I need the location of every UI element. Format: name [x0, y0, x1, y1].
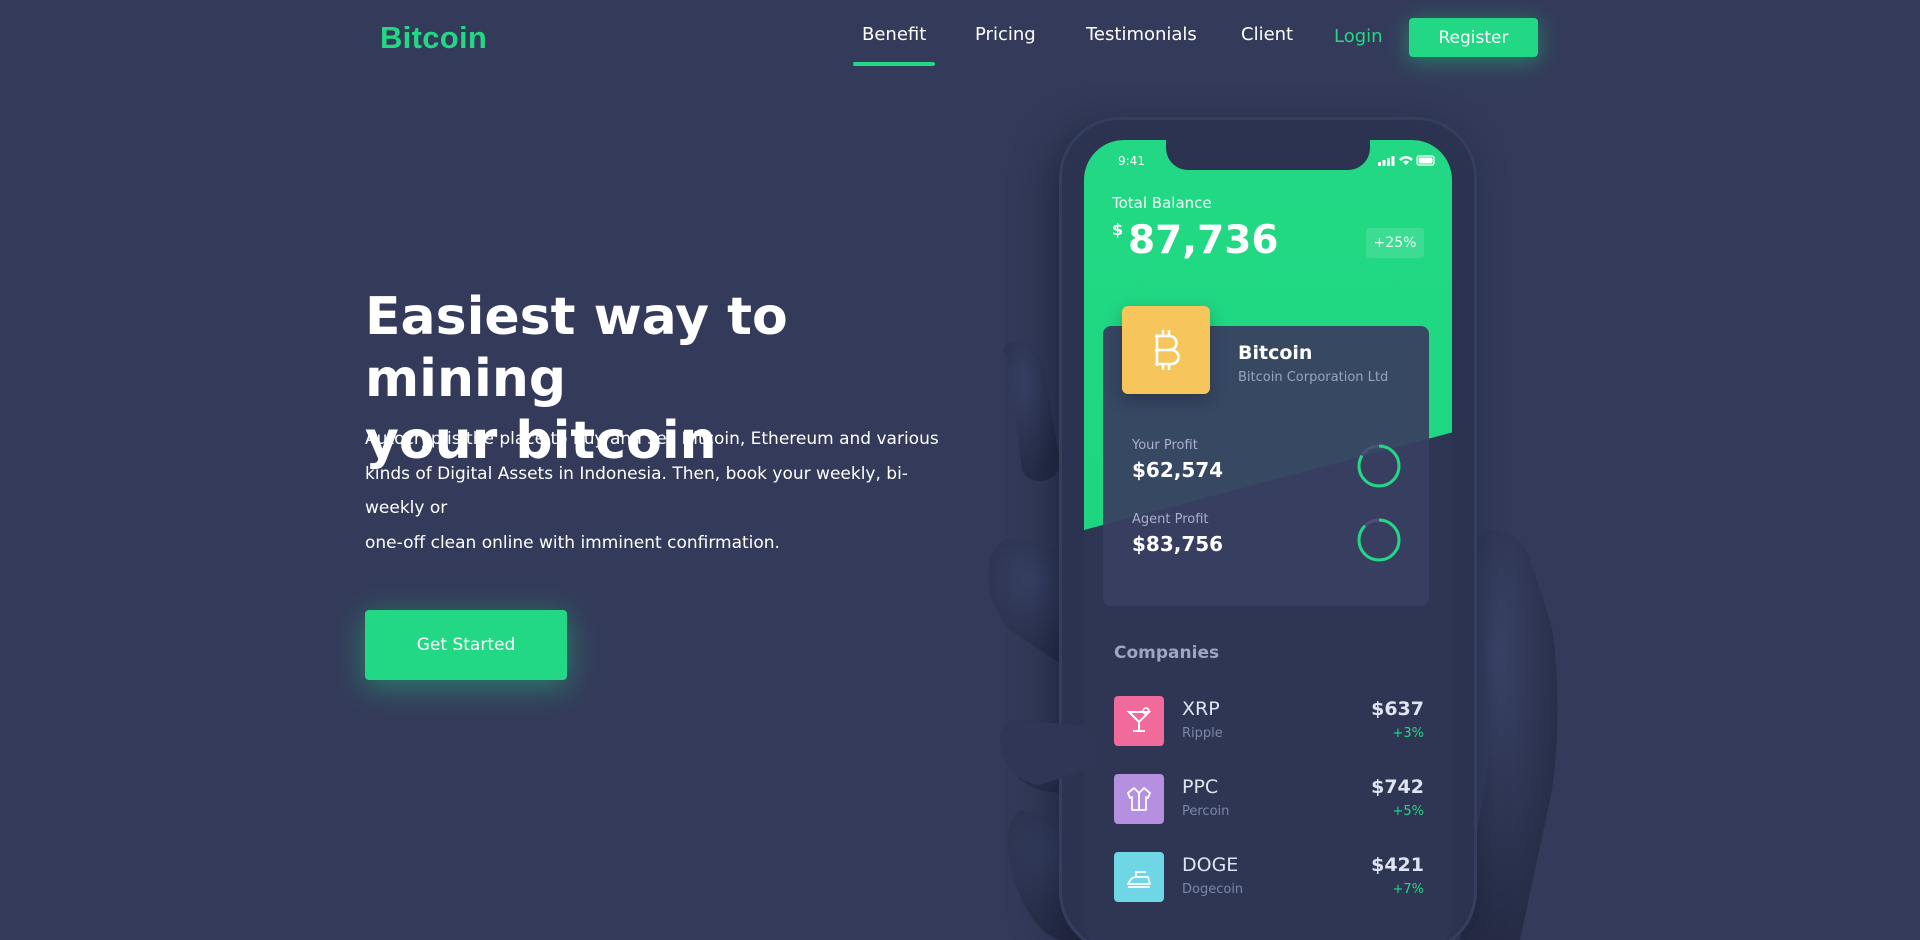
nav-link-client[interactable]: Client	[1241, 24, 1293, 45]
top-navigation: Bitcoin Benefit Pricing Testimonials Cli…	[0, 0, 1920, 70]
jacket-icon	[1114, 774, 1164, 824]
hand-thumb-illustration	[1000, 720, 1098, 785]
cocktail-icon	[1114, 696, 1164, 746]
register-button[interactable]: Register	[1409, 18, 1538, 57]
agent-profit-value: $83,756	[1132, 532, 1224, 556]
hero-description-line-1: Autocryp is the place to buy and sell Bi…	[365, 429, 939, 449]
company-row-ppc[interactable]: PPC Percoin $742 +5%	[1114, 774, 1424, 834]
company-name: Percoin	[1182, 804, 1230, 819]
company-price: $742	[1371, 776, 1424, 798]
company-price: $637	[1371, 698, 1424, 720]
company-change: +7%	[1392, 882, 1424, 897]
nav-link-pricing[interactable]: Pricing	[975, 24, 1036, 45]
status-icons	[1378, 155, 1435, 166]
company-symbol: PPC	[1182, 776, 1219, 798]
total-balance-value: 87,736	[1128, 218, 1279, 263]
company-symbol: DOGE	[1182, 854, 1239, 876]
nav-link-benefit[interactable]: Benefit	[852, 24, 936, 66]
company-change: +5%	[1392, 804, 1424, 819]
balance-change-badge: +25%	[1366, 228, 1424, 258]
company-change: +3%	[1392, 726, 1424, 741]
status-time: 9:41	[1118, 154, 1145, 168]
currency-symbol: $	[1112, 220, 1124, 239]
brand-logo[interactable]: Bitcoin	[380, 20, 487, 56]
nav-link-testimonials[interactable]: Testimonials	[1086, 24, 1197, 45]
company-price: $421	[1371, 854, 1424, 876]
hero-title-line-1: Easiest way to mining	[365, 287, 788, 409]
hero-description-line-2: kinds of Digital Assets in Indonesia. Th…	[365, 463, 908, 519]
coin-company: Bitcoin Corporation Ltd	[1238, 370, 1389, 385]
total-balance-label: Total Balance	[1112, 194, 1212, 212]
company-symbol: XRP	[1182, 698, 1220, 720]
coin-name: Bitcoin	[1238, 342, 1313, 364]
get-started-button[interactable]: Get Started	[365, 610, 567, 680]
your-profit-ring	[1357, 444, 1401, 488]
iron-icon	[1114, 852, 1164, 902]
login-link[interactable]: Login	[1334, 26, 1383, 47]
agent-profit-ring	[1357, 518, 1401, 562]
company-name: Ripple	[1182, 726, 1223, 741]
your-profit-value: $62,574	[1132, 458, 1224, 482]
companies-title: Companies	[1114, 643, 1220, 663]
hero-description: Autocryp is the place to buy and sell Bi…	[365, 422, 955, 560]
hero-description-line-3: one-off clean online with imminent confi…	[365, 532, 780, 553]
phone-screen: 9:41 Total Balance $ 87,736 +25% Bitcoin…	[1084, 140, 1452, 940]
bitcoin-icon	[1122, 306, 1210, 394]
company-row-xrp[interactable]: XRP Ripple $637 +3%	[1114, 696, 1424, 756]
agent-profit-label: Agent Profit	[1132, 512, 1209, 527]
phone-mockup: 9:41 Total Balance $ 87,736 +25% Bitcoin…	[1062, 120, 1474, 940]
company-name: Dogecoin	[1182, 882, 1244, 897]
company-row-doge[interactable]: DOGE Dogecoin $421 +7%	[1114, 852, 1424, 912]
your-profit-label: Your Profit	[1132, 438, 1198, 453]
phone-notch	[1166, 140, 1370, 170]
